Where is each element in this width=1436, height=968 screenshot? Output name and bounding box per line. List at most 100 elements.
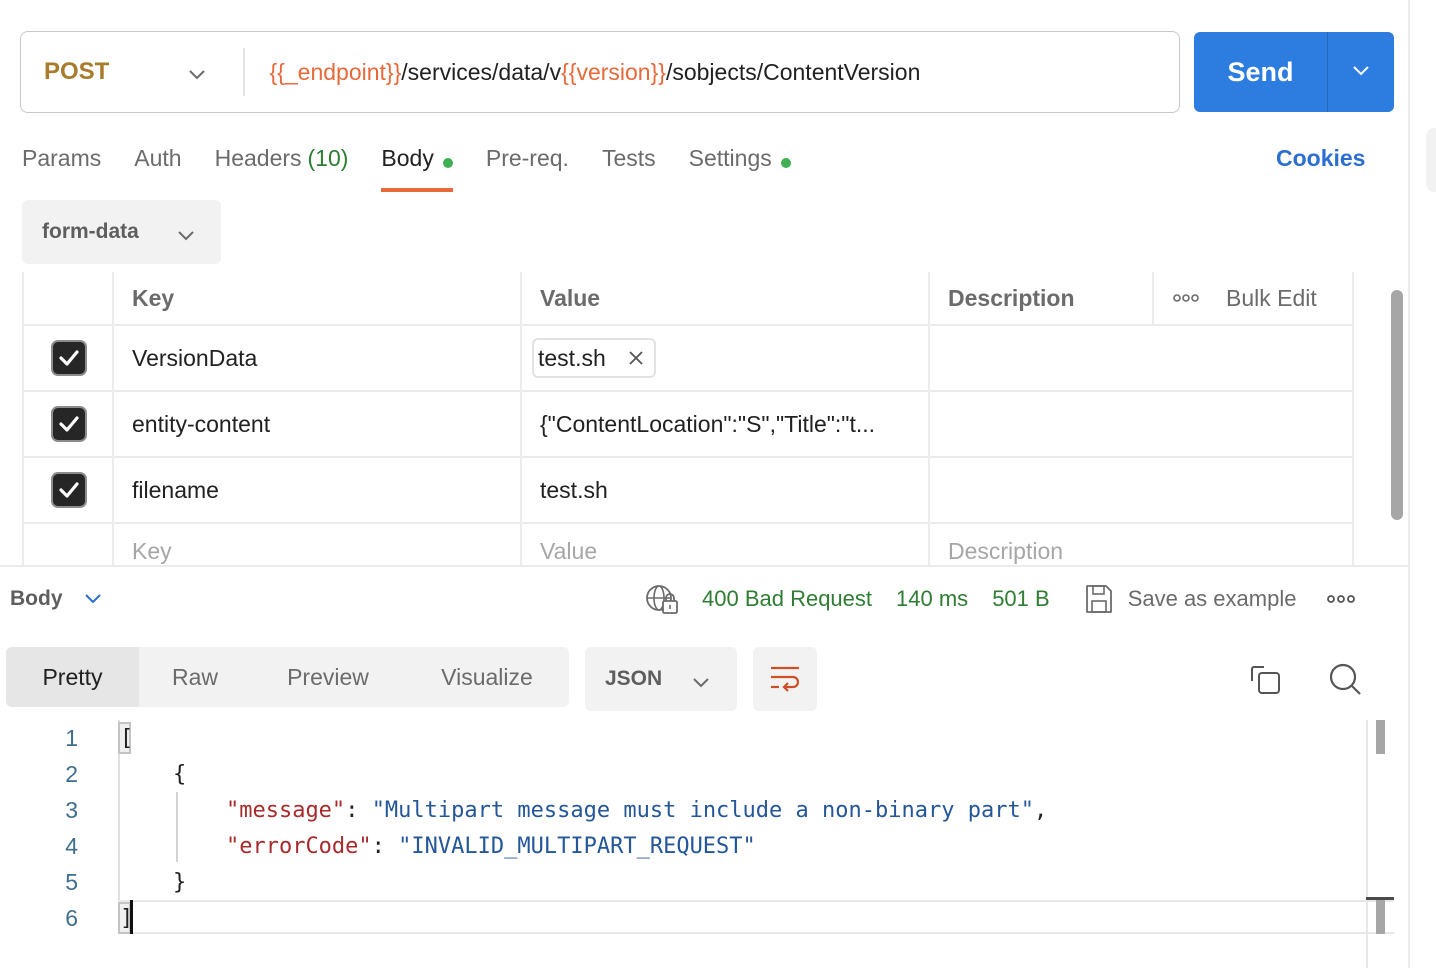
chevron-down-icon: [83, 587, 103, 611]
checkmark-icon: [59, 482, 79, 498]
json-key: "errorCode": [225, 833, 372, 859]
code-line: 3 "message": "Multipart message must inc…: [0, 792, 1366, 828]
header-actions: Bulk Edit: [1152, 272, 1354, 324]
code-text: }: [172, 869, 187, 895]
line-number: 2: [65, 760, 78, 787]
row-checkbox-cell: [22, 392, 114, 456]
header-value: Value: [520, 272, 930, 324]
row-description[interactable]: [928, 458, 1354, 522]
tab-auth[interactable]: Auth: [134, 142, 181, 192]
new-value-input[interactable]: Value: [520, 524, 930, 566]
row-value-cell[interactable]: test.sh: [520, 326, 930, 390]
row-description[interactable]: [928, 392, 1354, 456]
row-enabled-checkbox[interactable]: [51, 406, 87, 442]
row-key[interactable]: VersionData: [112, 326, 522, 390]
code-line: 6 ]: [0, 900, 1366, 936]
search-button[interactable]: [1326, 660, 1366, 700]
network-globe-lock-icon[interactable]: [644, 583, 680, 615]
header-description: Description: [928, 272, 1154, 324]
file-name: test.sh: [538, 344, 606, 371]
response-body-editor[interactable]: 1 [ 2 { 3 "message": "Multipart message …: [0, 720, 1396, 968]
table-scrollbar[interactable]: [1391, 290, 1403, 520]
row-value[interactable]: test.sh: [520, 458, 930, 522]
more-options-icon[interactable]: [1172, 293, 1200, 303]
save-as-example-button[interactable]: Save as example: [1084, 583, 1297, 615]
pane-resize-divider[interactable]: [0, 565, 1408, 567]
save-as-example-label: Save as example: [1127, 586, 1297, 611]
line-number: 5: [65, 868, 78, 895]
wrap-text-icon: [769, 665, 801, 693]
tab-label: Pre-req.: [485, 145, 569, 171]
header-checkbox-cell: [22, 272, 114, 324]
request-url-bar: POST {{_endpoint}}/services/data/v{{vers…: [20, 31, 1180, 113]
editor-overview-marker: [1376, 900, 1385, 934]
url-input[interactable]: {{_endpoint}}/services/data/v{{version}}…: [245, 59, 921, 86]
bulk-edit-button[interactable]: Bulk Edit: [1226, 285, 1317, 312]
line-number: 3: [65, 796, 78, 823]
modified-dot-indicator: [442, 158, 453, 168]
tab-headers[interactable]: Headers (10): [215, 142, 349, 192]
chevron-down-icon: [187, 60, 207, 88]
more-options-icon[interactable]: [1326, 594, 1356, 604]
row-enabled-checkbox[interactable]: [51, 472, 87, 508]
tab-label: Settings: [688, 145, 772, 171]
request-tabs: Params Auth Headers (10) Body Pre-req. Te…: [22, 142, 824, 192]
row-checkbox-cell: [22, 524, 114, 566]
response-view-modes: Pretty Raw Preview Visualize: [6, 647, 569, 707]
view-mode-pretty[interactable]: Pretty: [6, 647, 139, 707]
row-key[interactable]: entity-content: [112, 392, 522, 456]
line-number: 1: [65, 724, 78, 751]
response-format-select[interactable]: JSON: [585, 647, 737, 711]
code-line: 1 [: [0, 720, 1366, 756]
tab-pre-req[interactable]: Pre-req.: [486, 142, 569, 192]
response-meta: 400 Bad Request 140 ms 501 B Save as exa…: [644, 582, 1356, 616]
status-code[interactable]: 400 Bad Request: [702, 586, 872, 612]
response-size[interactable]: 501 B: [992, 586, 1050, 612]
tab-body[interactable]: Body: [381, 142, 454, 192]
tab-params[interactable]: Params: [22, 142, 101, 192]
editor-scrollbar-thumb[interactable]: [1376, 720, 1385, 754]
new-key-input[interactable]: Key: [112, 524, 522, 566]
tab-label: Headers: [214, 145, 302, 171]
response-section-select[interactable]: Body: [10, 587, 103, 611]
remove-file-icon[interactable]: [628, 350, 644, 366]
row-value[interactable]: {"ContentLocation":"S","Title":"t...: [520, 392, 930, 456]
method-select[interactable]: POST: [21, 32, 243, 112]
chevron-down-icon: [691, 671, 711, 695]
header-key: Key: [112, 272, 522, 324]
row-key[interactable]: filename: [112, 458, 522, 522]
chevron-down-icon: [1351, 63, 1371, 82]
table-row: filename test.sh: [22, 458, 1354, 524]
wrap-lines-button[interactable]: [753, 647, 817, 711]
code-line: 2 {: [0, 756, 1366, 792]
code-line: 5 }: [0, 864, 1366, 900]
row-enabled-checkbox[interactable]: [51, 340, 87, 376]
body-type-select[interactable]: form-data: [22, 200, 221, 264]
chevron-down-icon: [176, 224, 196, 248]
table-header-row: Key Value Description Bulk Edit: [22, 272, 1354, 326]
code-line: 4 "errorCode": "INVALID_MULTIPART_REQUES…: [0, 828, 1366, 864]
url-variable-version: {{version}}: [561, 58, 666, 85]
tab-label: Body: [381, 145, 434, 171]
send-options-dropdown[interactable]: [1328, 32, 1394, 112]
row-description[interactable]: [928, 326, 1354, 390]
new-description-input[interactable]: Description: [928, 524, 1354, 566]
tab-settings[interactable]: Settings: [689, 142, 791, 192]
response-time[interactable]: 140 ms: [896, 586, 968, 612]
side-panel-handle[interactable]: [1426, 128, 1436, 192]
view-mode-visualize[interactable]: Visualize: [405, 647, 569, 707]
cookies-link[interactable]: Cookies: [1276, 145, 1365, 172]
send-button[interactable]: Send: [1194, 32, 1328, 112]
response-section-label: Body: [10, 587, 63, 610]
tab-label: Tests: [601, 145, 656, 171]
tab-tests[interactable]: Tests: [602, 142, 656, 192]
copy-button[interactable]: [1246, 660, 1286, 700]
tab-label: Auth: [134, 145, 182, 171]
view-mode-raw[interactable]: Raw: [139, 647, 251, 707]
json-string-value: "Multipart message must include a non-bi…: [371, 797, 1034, 823]
url-path-segment: /sobjects/ContentVersion: [665, 58, 921, 85]
view-mode-preview[interactable]: Preview: [251, 647, 405, 707]
row-checkbox-cell: [22, 326, 114, 390]
tab-label: Params: [22, 145, 102, 171]
method-label: POST: [44, 58, 110, 85]
